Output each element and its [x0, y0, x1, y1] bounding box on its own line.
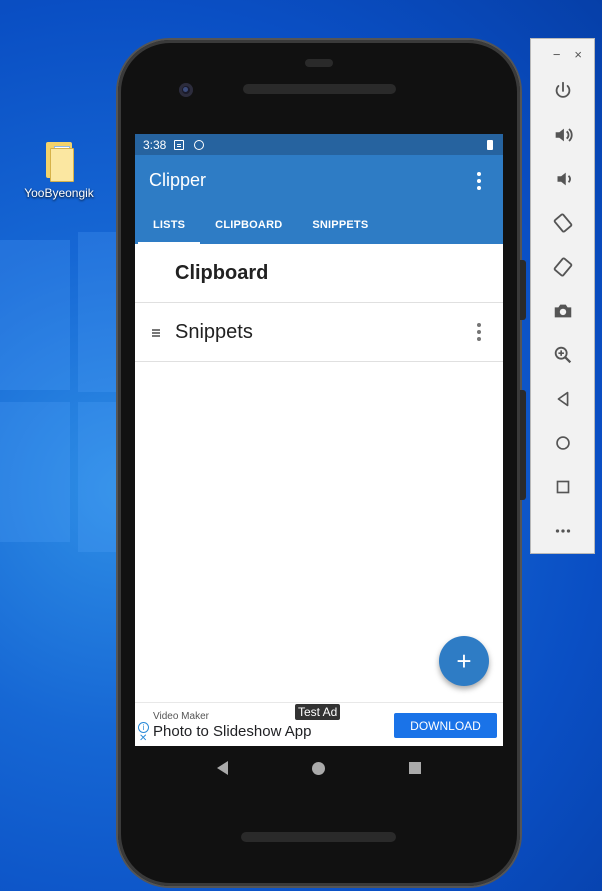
clipboard-notification-icon [174, 139, 185, 150]
phone-speaker-bottom [241, 832, 396, 842]
list-item-snippets[interactable]: Snippets [135, 303, 503, 362]
close-icon[interactable]: × [574, 47, 582, 62]
drag-handle-icon[interactable] [152, 329, 160, 337]
list-item-clipboard[interactable]: Clipboard [135, 244, 503, 303]
toolbar-window-controls: − × [531, 39, 594, 69]
app-bar: Clipper [135, 155, 503, 206]
windows-logo-pane [0, 402, 70, 542]
app-title: Clipper [149, 170, 207, 190]
tab-bar: LISTS CLIPBOARD SNIPPETS [135, 206, 503, 244]
back-button[interactable] [531, 377, 594, 421]
folder-icon [44, 140, 74, 182]
zoom-button[interactable] [531, 333, 594, 377]
nav-home-icon[interactable] [312, 761, 325, 775]
overview-button[interactable] [531, 465, 594, 509]
tab-lists[interactable]: LISTS [138, 206, 201, 244]
list-item-label: Snippets [175, 320, 253, 343]
more-icon [555, 529, 570, 533]
device-screen: 3:38 Clipper LISTS CLIPBOARD SNIPPETS Cl… [135, 134, 503, 746]
volume-up-button[interactable] [531, 113, 594, 157]
ad-advertiser: Video Maker [153, 711, 209, 722]
power-button[interactable] [531, 69, 594, 113]
emulator-phone-frame: 3:38 Clipper LISTS CLIPBOARD SNIPPETS Cl… [118, 40, 526, 886]
android-nav-bar [135, 746, 503, 790]
home-icon [555, 436, 570, 450]
list-item-label: Clipboard [175, 261, 269, 284]
sync-notification-icon [194, 139, 205, 150]
rotate-right-button[interactable] [531, 245, 594, 289]
overflow-menu-icon[interactable] [469, 171, 489, 190]
phone-earpiece-top [305, 59, 333, 67]
add-list-button[interactable]: + [439, 636, 489, 686]
ad-download-button[interactable]: DOWNLOAD [394, 713, 497, 738]
ad-headline: Photo to Slideshow App [153, 723, 312, 740]
nav-recents-icon[interactable] [409, 762, 421, 774]
volume-up-icon [555, 128, 573, 142]
windows-logo-pane [0, 240, 70, 390]
front-camera-icon [179, 83, 193, 97]
camera-icon [554, 304, 571, 318]
desktop-folder-shortcut[interactable]: YooByeongik [22, 140, 96, 200]
windows-logo-pane [78, 402, 118, 552]
screenshot-button[interactable] [531, 289, 594, 333]
tab-clipboard[interactable]: CLIPBOARD [200, 206, 297, 244]
volume-down-button[interactable] [531, 157, 594, 201]
nav-back-icon[interactable] [217, 761, 228, 775]
status-time: 3:38 [143, 137, 167, 152]
overview-icon [556, 480, 569, 494]
back-icon [557, 391, 568, 407]
home-button[interactable] [531, 421, 594, 465]
phone-side-button [520, 260, 526, 320]
phone-side-button [520, 390, 526, 500]
ad-close-icon[interactable]: ✕ [139, 733, 147, 744]
rotate-left-button[interactable] [531, 201, 594, 245]
test-ad-badge: Test Ad [295, 704, 341, 720]
status-bar: 3:38 [135, 134, 503, 155]
power-icon [555, 81, 570, 98]
minimize-icon[interactable]: − [553, 47, 561, 62]
ad-banner[interactable]: i ✕ Video Maker Photo to Slideshow App T… [135, 702, 503, 746]
windows-logo-pane [78, 232, 118, 392]
zoom-icon [554, 346, 571, 364]
more-button[interactable] [531, 509, 594, 553]
volume-down-icon [557, 172, 571, 186]
phone-speaker-top [243, 84, 396, 94]
emulator-toolbar: − × [530, 38, 595, 554]
rotate-left-icon [553, 213, 572, 233]
desktop-icon-label: YooByeongik [24, 186, 94, 200]
tab-snippets[interactable]: SNIPPETS [297, 206, 383, 244]
battery-icon [487, 139, 493, 150]
ad-info-icon[interactable]: i [138, 722, 149, 733]
rotate-right-icon [553, 257, 572, 277]
list-item-menu-icon[interactable] [469, 323, 489, 341]
